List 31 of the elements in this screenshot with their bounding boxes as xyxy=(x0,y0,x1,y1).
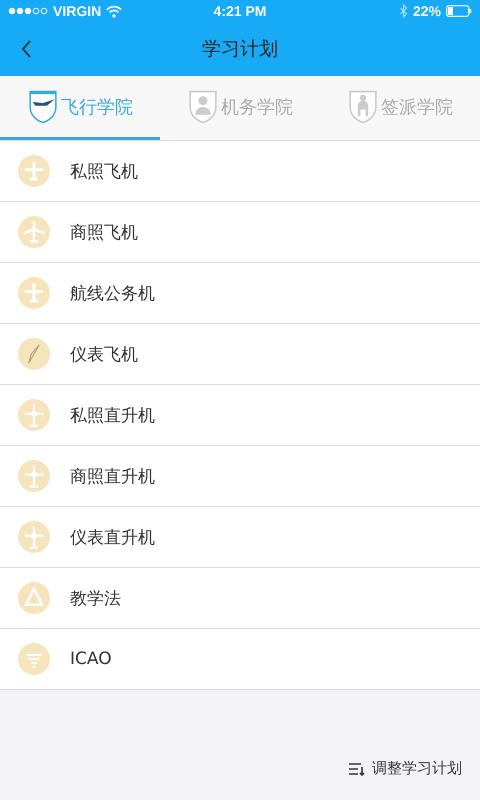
compass-icon xyxy=(18,338,50,370)
shield-icon xyxy=(347,88,379,124)
back-icon[interactable] xyxy=(21,40,32,58)
plane-icon xyxy=(18,216,50,248)
course-item[interactable]: 私照直升机 xyxy=(0,385,480,446)
course-item[interactable]: 商照直升机 xyxy=(0,446,480,507)
helicopter-icon xyxy=(18,521,50,553)
course-item[interactable]: 私照飞机 xyxy=(0,141,480,202)
battery-icon xyxy=(446,5,472,17)
wifi-icon xyxy=(106,4,122,18)
helicopter-icon xyxy=(18,460,50,492)
course-item[interactable]: 仪表直升机 xyxy=(0,507,480,568)
course-item[interactable]: 商照飞机 xyxy=(0,202,480,263)
adjust-plan-button[interactable]: 调整学习计划 xyxy=(348,759,462,778)
shield-icon xyxy=(187,88,219,124)
helicopter-icon xyxy=(18,399,50,431)
funnel-icon xyxy=(18,643,50,675)
plane-icon xyxy=(18,155,50,187)
bluetooth-icon xyxy=(398,4,408,18)
signal-icon xyxy=(8,6,48,16)
battery-percent: 22% xyxy=(412,3,441,19)
course-item[interactable]: 航线公务机 xyxy=(0,263,480,324)
status-time: 4:21 PM xyxy=(214,3,266,19)
carrier-name: VIRGIN xyxy=(53,3,102,19)
plane-icon xyxy=(18,277,50,309)
course-item[interactable]: 教学法 xyxy=(0,568,480,629)
shield-icon xyxy=(27,88,59,124)
list-sort-icon xyxy=(348,762,366,776)
page-title: 学习计划 xyxy=(202,37,278,62)
course-item[interactable]: ICAO xyxy=(0,629,480,690)
course-item[interactable]: 仪表飞机 xyxy=(0,324,480,385)
